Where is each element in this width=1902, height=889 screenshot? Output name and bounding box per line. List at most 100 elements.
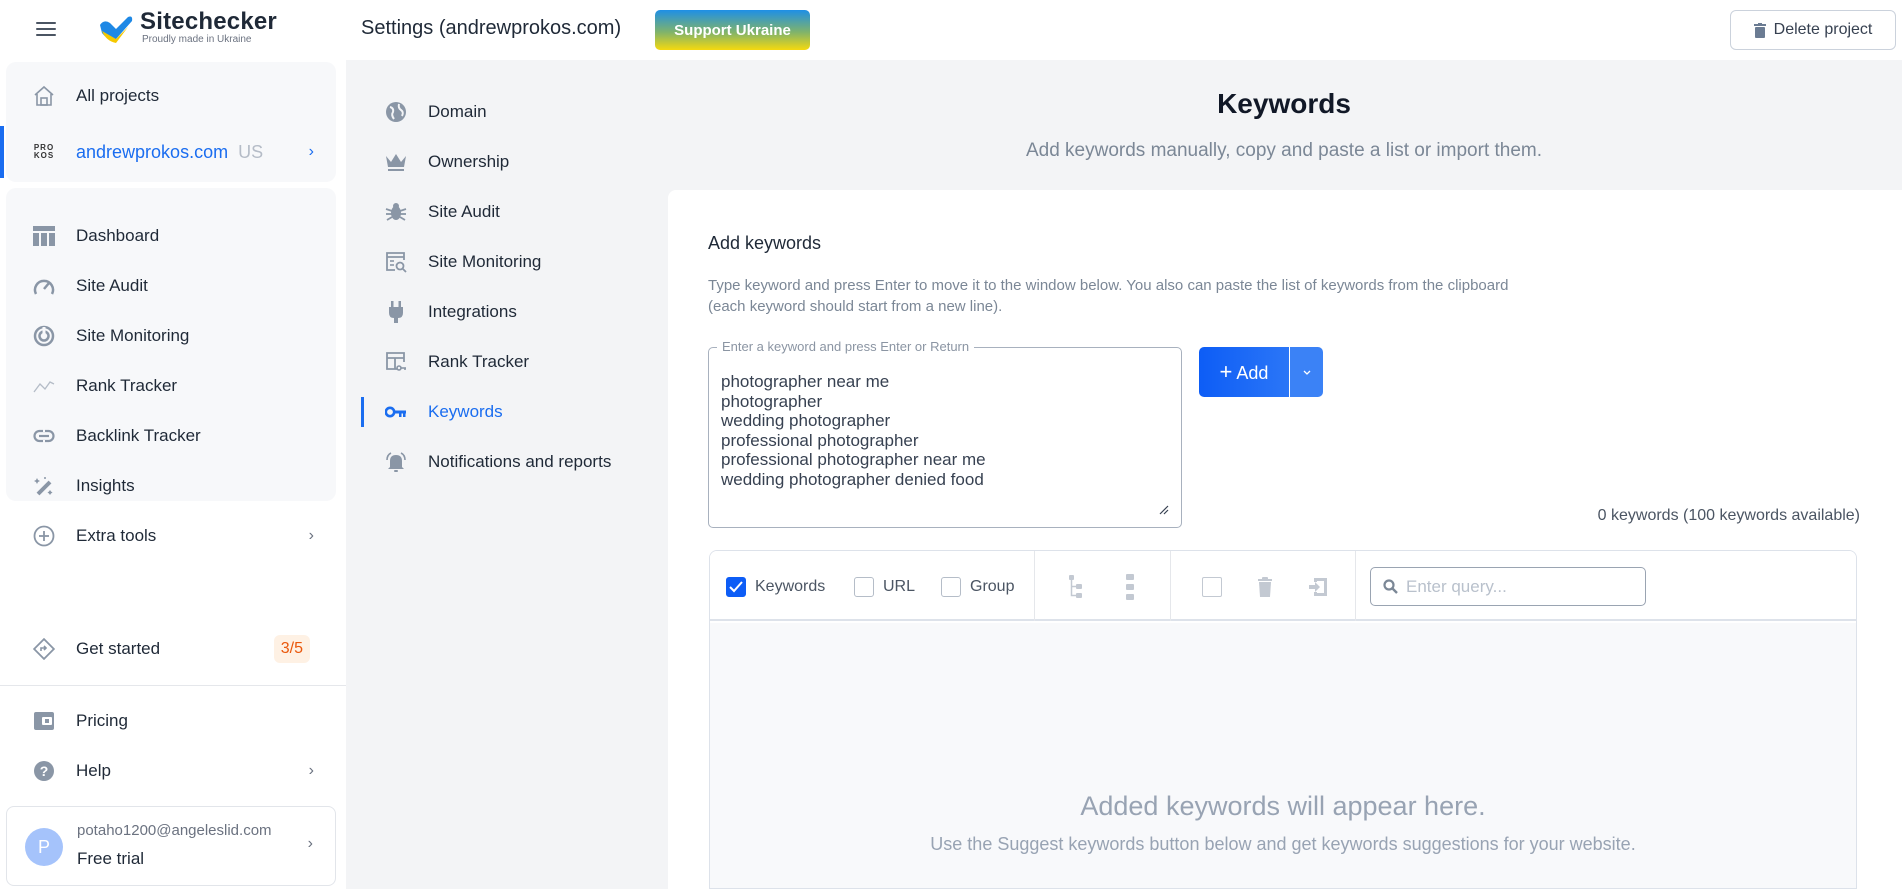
help-label: Help: [76, 761, 111, 780]
bug-icon: [384, 200, 408, 224]
bell-icon: [384, 450, 408, 474]
keyword-search: [1370, 567, 1646, 606]
chevron-right-icon: ›: [308, 143, 314, 160]
support-ukraine-button[interactable]: Support Ukraine: [655, 10, 810, 50]
select-all-checkbox[interactable]: [1200, 575, 1224, 599]
sidebar-item-insights[interactable]: Insights: [6, 466, 336, 506]
wallet-icon: [32, 709, 56, 733]
settings-nav-label: Integrations: [428, 302, 517, 321]
sidebar-item-project[interactable]: PRO KOS andrewprokos.com US ›: [0, 126, 336, 178]
home-icon: [32, 84, 56, 108]
trend-icon: [32, 374, 56, 398]
checkbox-checked-icon: [726, 577, 746, 597]
trash-icon: [1753, 22, 1766, 38]
project-logo-icon: PRO KOS: [33, 143, 55, 160]
more-options-icon[interactable]: [1118, 574, 1142, 600]
user-email: potaho1200@angeleslid.com: [77, 822, 272, 839]
sidebar-item-site-audit[interactable]: Site Audit: [6, 266, 336, 306]
filter-label: Group: [970, 578, 1015, 595]
toolbar-separator: [1355, 551, 1356, 621]
table-toolbar: Keywords URL Group: [710, 551, 1856, 621]
add-options-dropdown[interactable]: [1290, 347, 1323, 397]
dashboard-icon: [32, 224, 56, 248]
checkbox-icon: [941, 577, 961, 597]
pricing-label: Pricing: [76, 711, 128, 730]
tree-view-icon[interactable]: [1064, 575, 1088, 599]
crown-icon: [384, 150, 408, 174]
project-domain: andrewprokos.com: [76, 141, 229, 162]
direction-sign-icon: [32, 637, 56, 661]
filter-keywords-checkbox[interactable]: Keywords: [726, 577, 825, 597]
delete-project-label: Delete project: [1773, 21, 1873, 38]
monitor-search-icon: [384, 250, 408, 274]
description-line: Type keyword and press Enter to move it …: [708, 277, 1509, 294]
keywords-panel: Add keywords Type keyword and press Ente…: [668, 190, 1902, 889]
menu-icon[interactable]: [36, 22, 56, 38]
delete-project-button[interactable]: Delete project: [1730, 10, 1896, 50]
settings-nav-label: Rank Tracker: [428, 352, 530, 371]
logo[interactable]: Sitechecker Proudly made in Ukraine: [98, 10, 277, 45]
sidebar-item-all-projects[interactable]: All projects: [6, 76, 336, 116]
sidebar-item-dashboard[interactable]: Dashboard: [6, 216, 336, 256]
sidebar-item-get-started[interactable]: Get started 3/5: [6, 629, 336, 669]
search-icon: [1383, 579, 1398, 594]
keyword-input-legend: Enter a keyword and press Enter or Retur…: [717, 339, 975, 354]
filter-url-checkbox[interactable]: URL: [854, 577, 915, 597]
chevron-right-icon: ›: [308, 762, 314, 779]
keyword-textarea[interactable]: [721, 372, 1171, 512]
page-title: Keywords: [1217, 88, 1351, 119]
settings-nav-label: Site Audit: [428, 202, 500, 221]
svg-text:?: ?: [40, 763, 49, 779]
filter-group-checkbox[interactable]: Group: [941, 577, 1014, 597]
sidebar-label: Insights: [76, 476, 135, 495]
settings-nav-label: Site Monitoring: [428, 252, 542, 271]
keywords-table: Keywords URL Group Added ke: [709, 550, 1857, 889]
divider: [0, 685, 346, 686]
logo-subtitle: Proudly made in Ukraine: [142, 34, 252, 45]
sidebar-item-site-monitoring[interactable]: Site Monitoring: [6, 316, 336, 356]
monitoring-icon: [32, 324, 56, 348]
resize-handle-icon[interactable]: [1159, 505, 1169, 515]
get-started-label: Get started: [76, 639, 161, 658]
plus-circle-icon: [32, 524, 56, 548]
extra-tools-label: Extra tools: [76, 526, 157, 545]
add-button-label: Add: [1236, 363, 1269, 383]
rank-tracker-icon: [384, 350, 408, 374]
user-account-card[interactable]: P potaho1200@angeleslid.com Free trial ›: [6, 806, 336, 886]
active-indicator: [0, 126, 4, 178]
search-input[interactable]: [1406, 576, 1626, 597]
settings-nav-label: Keywords: [428, 402, 503, 421]
sidebar-label: Rank Tracker: [76, 376, 178, 395]
sidebar-item-backlink-tracker[interactable]: Backlink Tracker: [6, 416, 336, 456]
sidebar-label: Site Audit: [76, 276, 148, 295]
add-keywords-button[interactable]: + Add: [1199, 347, 1289, 397]
filter-label: Keywords: [755, 578, 826, 595]
sidebar-item-extra-tools[interactable]: Extra tools ›: [6, 516, 336, 556]
sidebar-label: Dashboard: [76, 226, 160, 245]
top-header: Sitechecker Proudly made in Ukraine Sett…: [0, 0, 1902, 60]
project-country: US: [238, 141, 264, 162]
filter-label: URL: [883, 578, 916, 595]
sidebar-item-help[interactable]: ? Help ›: [6, 751, 336, 791]
chevron-right-icon: ›: [308, 527, 314, 544]
checkbox-icon: [854, 577, 874, 597]
gauge-icon: [32, 274, 56, 298]
add-keywords-description: Type keyword and press Enter to move it …: [708, 275, 1668, 317]
project-card: All projects PRO KOS andrewprokos.com US ›: [0, 62, 336, 182]
sidebar-label: Site Monitoring: [76, 326, 190, 345]
toolbar-separator: [1170, 551, 1171, 621]
progress-badge: 3/5: [273, 635, 310, 663]
project-name: andrewprokos.com US: [76, 142, 263, 163]
delete-selected-icon[interactable]: [1253, 575, 1277, 599]
toolbar-separator: [1034, 551, 1035, 621]
key-icon: [384, 400, 408, 424]
left-sidebar: All projects PRO KOS andrewprokos.com US ›…: [0, 60, 346, 889]
sidebar-label: Backlink Tracker: [76, 426, 201, 445]
logo-title: Sitechecker: [140, 8, 277, 35]
sidebar-item-rank-tracker[interactable]: Rank Tracker: [6, 366, 336, 406]
sidebar-item-pricing[interactable]: Pricing: [6, 701, 336, 741]
export-icon[interactable]: [1306, 575, 1330, 599]
chevron-down-icon: [1303, 370, 1310, 375]
globe-icon: [384, 100, 408, 124]
link-icon: [32, 424, 56, 448]
